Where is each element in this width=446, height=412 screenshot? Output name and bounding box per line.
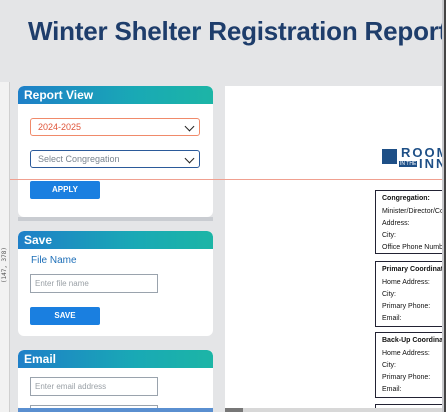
report-view-panel: Report View 2024-2025 Select Congregatio… <box>18 86 213 217</box>
save-panel: Save File Name Enter file name SAVE <box>18 231 213 336</box>
report-view-heading: Report View <box>18 86 213 104</box>
congregation-box: Congregation: Minister/Director/Co Addre… <box>375 190 446 254</box>
backup-coordinator-row: Primary Phone: <box>382 374 431 381</box>
primary-coordinator-row: Home Address: <box>382 279 430 286</box>
primary-coordinator-box: Primary Coordinato Home Address: City: P… <box>375 261 446 327</box>
backup-coordinator-title: Back-Up Coordinato <box>382 337 446 344</box>
logo-word-small: IN THE <box>399 161 418 167</box>
congregation-row: City: <box>382 232 396 239</box>
backup-coordinator-row: Home Address: <box>382 350 430 357</box>
email-panel: Email Enter email address <box>18 350 213 412</box>
primary-coordinator-row: Email: <box>382 315 402 322</box>
primary-coordinator-row: City: <box>382 291 396 298</box>
year-select[interactable]: 2024-2025 <box>30 118 200 136</box>
save-heading: Save <box>18 231 213 249</box>
vertical-ruler: (147, 378) <box>0 82 10 412</box>
horizontal-scrollbar-left[interactable] <box>18 408 213 412</box>
room-in-the-inn-logo-icon <box>382 149 397 164</box>
report-preview: ROOM IN THE INN Congregation: Minister/D… <box>225 86 446 412</box>
primary-coordinator-title: Primary Coordinato <box>382 266 446 273</box>
backup-coordinator-row: Email: <box>382 386 402 393</box>
congregation-row: Office Phone Numbe <box>382 244 446 251</box>
congregation-row: Address: <box>382 220 410 227</box>
guide-line <box>10 179 446 180</box>
chevron-down-icon <box>184 121 195 132</box>
page-title: Winter Shelter Registration Report <box>28 16 446 46</box>
panel-shadow <box>18 217 213 221</box>
horizontal-scrollbar[interactable] <box>225 408 444 412</box>
year-select-value: 2024-2025 <box>38 122 82 132</box>
congregation-select-placeholder: Select Congregation <box>38 154 120 164</box>
email-heading: Email <box>18 350 213 368</box>
ruler-coordinate-readout: (147, 378) <box>1 247 8 284</box>
file-name-label: File Name <box>31 255 77 266</box>
file-name-input[interactable]: Enter file name <box>30 274 158 293</box>
save-button[interactable]: SAVE <box>30 307 100 325</box>
congregation-box-title: Congregation: <box>382 195 430 202</box>
congregation-row: Minister/Director/Co <box>382 208 444 215</box>
header-bar: Winter Shelter Registration Report <box>0 0 446 82</box>
chevron-down-icon <box>184 153 195 164</box>
email-input[interactable]: Enter email address <box>30 377 158 396</box>
congregation-select[interactable]: Select Congregation <box>30 150 200 168</box>
apply-button[interactable]: APPLY <box>30 181 100 199</box>
scrollbar-thumb[interactable] <box>225 408 243 412</box>
backup-coordinator-box: Back-Up Coordinato Home Address: City: P… <box>375 332 446 398</box>
backup-coordinator-row: City: <box>382 362 396 369</box>
primary-coordinator-row: Primary Phone: <box>382 303 431 310</box>
